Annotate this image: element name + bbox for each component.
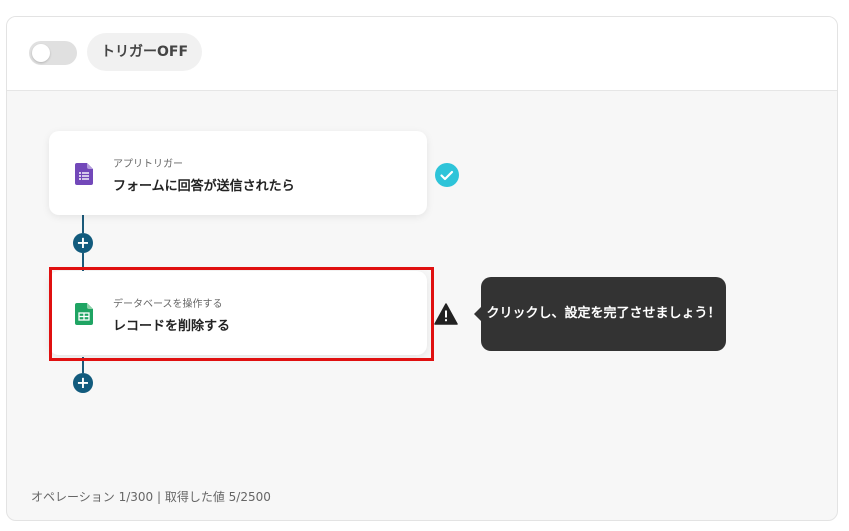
trigger-step-card[interactable]: アプリトリガー フォームに回答が送信されたら	[49, 131, 427, 215]
google-sheets-icon	[75, 303, 93, 325]
tooltip-text: クリックし、設定を完了させましょう！	[486, 306, 721, 321]
setup-tooltip: クリックし、設定を完了させましょう！	[474, 277, 726, 351]
check-circle-icon	[435, 163, 459, 187]
tooltip-arrow	[474, 307, 481, 321]
step-title: レコードを削除する	[113, 319, 231, 334]
trigger-status-label: トリガーOFF	[87, 33, 203, 71]
connector-line	[82, 357, 84, 373]
toggle-knob	[32, 44, 50, 62]
step-category: データベースを操作する	[113, 299, 223, 310]
google-forms-icon	[75, 163, 93, 185]
add-step-button[interactable]: +	[73, 233, 93, 253]
connector-line	[82, 253, 84, 271]
flow-editor-panel: トリガーOFF + + アプリトリガー フォームに回答が送信されたら データベー…	[6, 16, 838, 521]
trigger-toggle[interactable]	[29, 41, 77, 65]
step-title: フォームに回答が送信されたら	[113, 179, 295, 194]
add-step-button[interactable]: +	[73, 373, 93, 393]
usage-stats: オペレーション 1/300 | 取得した値 5/2500	[31, 490, 271, 504]
connector-line	[82, 215, 84, 233]
action-step-card[interactable]: データベースを操作する レコードを削除する	[49, 271, 427, 355]
editor-toolbar: トリガーOFF	[7, 17, 837, 91]
step-category: アプリトリガー	[113, 159, 183, 170]
warning-icon	[434, 303, 458, 325]
